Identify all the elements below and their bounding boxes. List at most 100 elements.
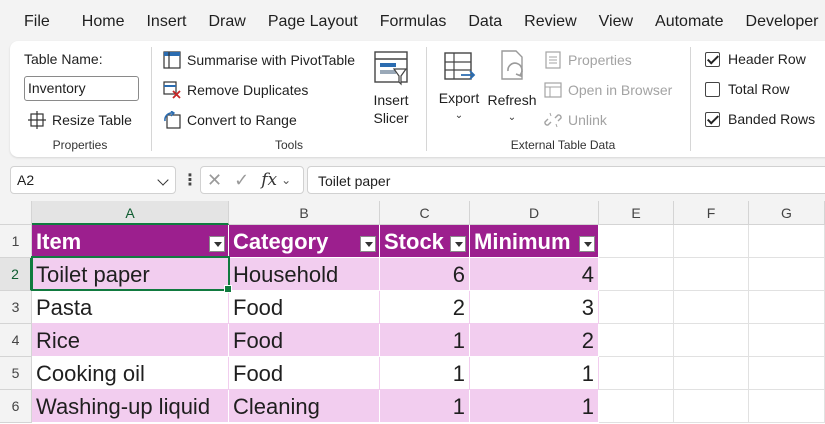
filter-dropdown-icon[interactable]: [450, 236, 466, 252]
table-cell[interactable]: Food: [229, 357, 380, 390]
menu-formulas[interactable]: Formulas: [369, 0, 458, 44]
menu-automate[interactable]: Automate: [644, 0, 734, 44]
menu-review[interactable]: Review: [513, 0, 587, 44]
insert-slicer-button[interactable]: Insert Slicer: [366, 49, 416, 127]
table-cell[interactable]: Rice: [32, 324, 229, 357]
row-header-4[interactable]: 4: [0, 324, 32, 357]
table-name-input[interactable]: Inventory: [24, 76, 139, 101]
table-cell[interactable]: 1: [470, 357, 599, 390]
menu-data[interactable]: Data: [457, 0, 513, 44]
empty-cell[interactable]: [599, 258, 674, 291]
empty-cell[interactable]: [674, 324, 749, 357]
empty-cell[interactable]: [749, 258, 825, 291]
group-label-external-table-data: External Table Data: [510, 138, 616, 152]
column-header-d[interactable]: D: [470, 201, 599, 225]
row-header-6[interactable]: 6: [0, 390, 32, 423]
resize-table-button[interactable]: Resize Table: [28, 111, 132, 129]
column-header-f[interactable]: F: [674, 201, 749, 225]
table-cell[interactable]: 4: [470, 258, 599, 291]
insert-function-icon[interactable]: fx: [261, 170, 277, 190]
name-box[interactable]: A2: [10, 166, 176, 194]
convert-to-range-button[interactable]: Convert to Range: [163, 111, 297, 129]
empty-cell[interactable]: [749, 291, 825, 324]
column-header-e[interactable]: E: [599, 201, 674, 225]
empty-cell[interactable]: [599, 324, 674, 357]
remove-duplicates-button[interactable]: Remove Duplicates: [163, 81, 308, 99]
table-header-cell[interactable]: Minimum: [470, 225, 599, 258]
table-cell[interactable]: Pasta: [32, 291, 229, 324]
header-row-check-icon: [705, 51, 720, 67]
table-cell[interactable]: Cooking oil: [32, 357, 229, 390]
table-cell[interactable]: Cleaning: [229, 390, 380, 423]
table-cell[interactable]: 1: [470, 390, 599, 423]
menu-developer[interactable]: Developer: [735, 0, 825, 44]
empty-cell[interactable]: [749, 390, 825, 423]
row-header-3[interactable]: 3: [0, 291, 32, 324]
menu-view[interactable]: View: [588, 0, 644, 44]
row-header-1[interactable]: 1: [0, 225, 32, 258]
empty-cell[interactable]: [674, 291, 749, 324]
table-cell[interactable]: Food: [229, 291, 380, 324]
column-header-b[interactable]: B: [229, 201, 380, 225]
menu-file[interactable]: File: [0, 0, 71, 44]
menu-draw[interactable]: Draw: [197, 0, 256, 44]
unlink-button[interactable]: Unlink: [544, 111, 607, 129]
group-label-tools: Tools: [274, 138, 303, 152]
table-header-cell[interactable]: Item: [32, 225, 229, 258]
group-label-properties: Properties: [52, 138, 108, 152]
formula-input[interactable]: Toilet paper: [307, 166, 825, 194]
table-cell[interactable]: 1: [380, 390, 470, 423]
empty-cell[interactable]: [674, 390, 749, 423]
empty-cell[interactable]: [674, 258, 749, 291]
empty-cell[interactable]: [599, 225, 674, 258]
filter-dropdown-icon[interactable]: [209, 236, 225, 252]
table-cell[interactable]: 1: [380, 357, 470, 390]
empty-cell[interactable]: [599, 357, 674, 390]
table-cell[interactable]: Toilet paper: [32, 258, 229, 291]
summarise-pivottable-button[interactable]: Summarise with PivotTable: [163, 51, 355, 69]
enter-icon[interactable]: ✓: [234, 170, 249, 191]
table-cell[interactable]: 6: [380, 258, 470, 291]
table-cell[interactable]: Food: [229, 324, 380, 357]
header-row-checkbox[interactable]: Header Row: [705, 51, 806, 67]
empty-cell[interactable]: [749, 225, 825, 258]
table-cell[interactable]: Household: [229, 258, 380, 291]
cancel-icon[interactable]: ✕: [207, 170, 222, 191]
table-cell[interactable]: 3: [470, 291, 599, 324]
column-header-g[interactable]: G: [749, 201, 825, 225]
table-cell[interactable]: 2: [380, 291, 470, 324]
ribbon-separator: [426, 47, 427, 151]
empty-cell[interactable]: [599, 390, 674, 423]
filter-dropdown-icon[interactable]: [579, 236, 595, 252]
refresh-button[interactable]: Refresh ⌄: [486, 49, 538, 127]
row-header-2[interactable]: 2: [0, 258, 32, 291]
remove-duplicates-icon: [163, 81, 181, 99]
table-cell[interactable]: 2: [470, 324, 599, 357]
row-header-5[interactable]: 5: [0, 357, 32, 390]
menu-page-layout[interactable]: Page Layout: [257, 0, 369, 44]
table-cell[interactable]: 1: [380, 324, 470, 357]
filter-dropdown-icon[interactable]: [360, 236, 376, 252]
worksheet-grid[interactable]: A B C D E F G 1 2 3 4 5 6 Item Category …: [0, 201, 825, 424]
column-header-c[interactable]: C: [380, 201, 470, 225]
open-in-browser-button[interactable]: Open in Browser: [544, 81, 672, 99]
table-header-cell[interactable]: Category: [229, 225, 380, 258]
menu-home[interactable]: Home: [71, 0, 136, 44]
formula-expand-chevron-icon[interactable]: ⌄: [281, 173, 291, 187]
name-box-chevron-icon[interactable]: [157, 174, 169, 186]
properties-button[interactable]: Properties: [544, 51, 632, 69]
total-row-checkbox[interactable]: Total Row: [705, 81, 789, 97]
empty-cell[interactable]: [674, 225, 749, 258]
table-header-cell[interactable]: Stock: [380, 225, 470, 258]
table-cell[interactable]: Washing-up liquid: [32, 390, 229, 423]
banded-rows-checkbox[interactable]: Banded Rows: [705, 111, 815, 127]
empty-cell[interactable]: [674, 357, 749, 390]
menu-insert[interactable]: Insert: [135, 0, 197, 44]
empty-cell[interactable]: [599, 291, 674, 324]
empty-cell[interactable]: [749, 324, 825, 357]
empty-cell[interactable]: [749, 357, 825, 390]
select-all-corner[interactable]: [0, 201, 32, 225]
more-options-icon[interactable]: ⋮: [182, 170, 198, 190]
export-button[interactable]: Export ⌄: [436, 49, 482, 125]
column-header-a[interactable]: A: [32, 201, 229, 225]
